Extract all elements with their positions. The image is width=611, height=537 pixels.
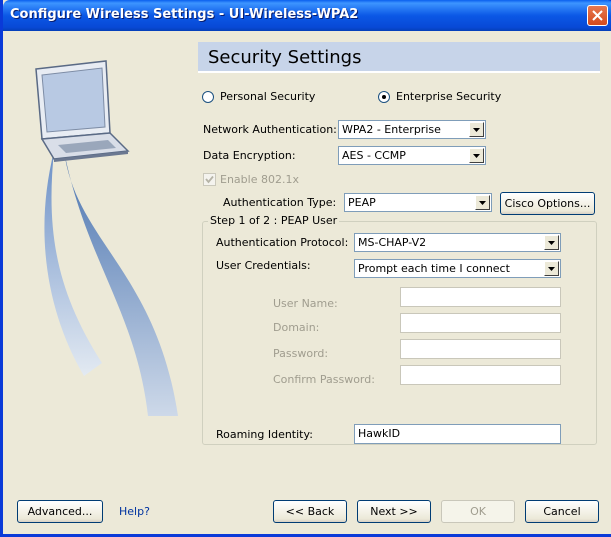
dropdown-arrow-icon: [473, 154, 480, 158]
network-auth-select[interactable]: WPA2 - Enterprise: [338, 120, 486, 139]
user-credentials-value: Prompt each time I connect: [358, 262, 510, 275]
network-auth-value: WPA2 - Enterprise: [342, 123, 441, 136]
auth-type-label: Authentication Type:: [223, 196, 337, 209]
radio-indicator: [202, 90, 214, 103]
password-field[interactable]: [400, 339, 561, 359]
peap-group-title: Step 1 of 2 : PEAP User: [208, 214, 340, 227]
dropdown-arrow-icon: [479, 201, 486, 205]
checkbox-box: [203, 173, 216, 186]
help-link[interactable]: Help?: [119, 505, 150, 518]
auth-protocol-label: Authentication Protocol:: [216, 236, 349, 249]
auth-protocol-select[interactable]: MS-CHAP-V2: [354, 233, 561, 252]
personal-security-label: Personal Security: [220, 90, 316, 103]
dropdown-button[interactable]: [469, 148, 484, 163]
roaming-identity-label: Roaming Identity:: [216, 428, 313, 441]
checkmark-icon: [205, 175, 214, 184]
password-label: Password:: [273, 347, 329, 360]
close-button[interactable]: [587, 5, 608, 26]
data-encryption-label: Data Encryption:: [203, 149, 296, 162]
cancel-button[interactable]: Cancel: [525, 500, 599, 523]
close-icon: [592, 10, 603, 21]
enterprise-security-radio[interactable]: Enterprise Security: [378, 90, 501, 103]
domain-label: Domain:: [273, 321, 320, 334]
peap-user-group: [202, 221, 597, 445]
enable-8021x-label: Enable 802.1x: [220, 173, 299, 186]
data-encryption-select[interactable]: AES - CCMP: [338, 146, 486, 165]
section-title: Security Settings: [208, 47, 362, 68]
section-header: Security Settings: [198, 42, 600, 73]
next-button[interactable]: Next >>: [357, 500, 431, 523]
network-auth-label: Network Authentication:: [203, 123, 337, 136]
dropdown-button[interactable]: [475, 195, 490, 210]
dropdown-arrow-icon: [473, 128, 480, 132]
laptop-wireless-illustration: [35, 60, 178, 416]
laptop-icon: [35, 60, 130, 162]
title-bar[interactable]: Configure Wireless Settings - UI-Wireles…: [3, 0, 611, 31]
data-encryption-value: AES - CCMP: [342, 149, 406, 162]
enable-8021x-checkbox[interactable]: Enable 802.1x: [203, 173, 299, 186]
roaming-identity-field[interactable]: HawkID: [354, 424, 561, 444]
ok-button[interactable]: OK: [441, 500, 515, 523]
personal-security-radio[interactable]: Personal Security: [202, 90, 315, 103]
radio-indicator-selected: [378, 90, 390, 103]
roaming-identity-value: HawkID: [358, 427, 401, 440]
dialog-body: Security Settings Personal Security Ente…: [6, 31, 611, 534]
confirm-password-field[interactable]: [400, 365, 561, 385]
dropdown-button[interactable]: [544, 235, 559, 250]
user-credentials-label: User Credentials:: [216, 259, 311, 272]
back-button[interactable]: << Back: [273, 500, 347, 523]
dropdown-arrow-icon: [548, 241, 555, 245]
auth-type-select[interactable]: PEAP: [344, 193, 492, 212]
user-credentials-select[interactable]: Prompt each time I connect: [354, 259, 561, 278]
domain-field[interactable]: [400, 313, 561, 333]
dialog-window: Configure Wireless Settings - UI-Wireles…: [0, 0, 611, 537]
enterprise-security-label: Enterprise Security: [396, 90, 502, 103]
auth-type-value: PEAP: [348, 196, 376, 209]
cisco-options-button[interactable]: Cisco Options...: [500, 192, 595, 215]
confirm-password-label: Confirm Password:: [273, 373, 375, 386]
dropdown-button[interactable]: [469, 122, 484, 137]
window-title: Configure Wireless Settings - UI-Wireles…: [10, 7, 359, 22]
auth-protocol-value: MS-CHAP-V2: [358, 236, 427, 249]
dropdown-button[interactable]: [544, 261, 559, 276]
advanced-button[interactable]: Advanced...: [17, 500, 103, 523]
dropdown-arrow-icon: [548, 267, 555, 271]
user-name-field[interactable]: [400, 287, 561, 307]
user-name-label: User Name:: [273, 297, 338, 310]
